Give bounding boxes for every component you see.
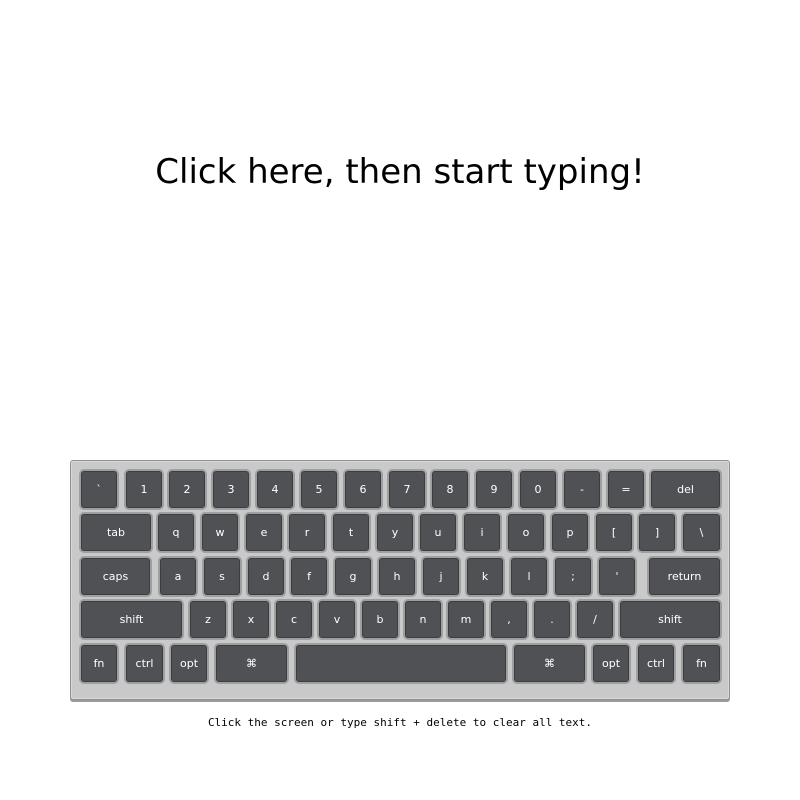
key-ctrl-r4-1[interactable]: ctrl xyxy=(126,645,163,682)
key-period-r3-9[interactable]: . xyxy=(534,601,570,638)
key-fn-r4-8[interactable]: fn xyxy=(683,645,720,682)
key-w-r1-2[interactable]: w xyxy=(202,514,238,551)
key-ctrl-r4-7[interactable]: ctrl xyxy=(638,645,674,682)
key-tab-r1-0[interactable]: tab xyxy=(81,514,151,551)
key-x-r3-2[interactable]: x xyxy=(233,601,269,638)
key-minus-r0-11[interactable]: - xyxy=(564,471,600,508)
key-opt-r4-6[interactable]: opt xyxy=(593,645,629,682)
key-t-r1-5[interactable]: t xyxy=(333,514,369,551)
key-9-r0-9[interactable]: 9 xyxy=(476,471,512,508)
key-caps-r2-0[interactable]: caps xyxy=(81,558,150,595)
key-i-r1-8[interactable]: i xyxy=(464,514,500,551)
key-d-r2-3[interactable]: d xyxy=(248,558,284,595)
key-6-r0-6[interactable]: 6 xyxy=(345,471,381,508)
key-l-r2-9[interactable]: l xyxy=(511,558,547,595)
key-del-r0-13[interactable]: del xyxy=(651,471,720,508)
key-c-r3-3[interactable]: c xyxy=(276,601,312,638)
key-comma-r3-8[interactable]: , xyxy=(491,601,527,638)
key-3-r0-3[interactable]: 3 xyxy=(213,471,249,508)
key-0-r0-10[interactable]: 0 xyxy=(520,471,556,508)
key-opt-r4-2[interactable]: opt xyxy=(171,645,207,682)
key-z-r3-1[interactable]: z xyxy=(190,601,226,638)
key-p-r1-10[interactable]: p xyxy=(552,514,588,551)
key-4-r0-4[interactable]: 4 xyxy=(257,471,293,508)
key-m-r3-7[interactable]: m xyxy=(448,601,484,638)
key-v-r3-4[interactable]: v xyxy=(319,601,355,638)
key-backslash-r1-13[interactable]: \ xyxy=(683,514,720,551)
key-command-r4-5[interactable]: ⌘ xyxy=(514,645,585,682)
key-j-r2-7[interactable]: j xyxy=(423,558,459,595)
key-fn-r4-0[interactable]: fn xyxy=(81,645,117,682)
key-u-r1-7[interactable]: u xyxy=(420,514,456,551)
key-1-r0-1[interactable]: 1 xyxy=(126,471,162,508)
key-command-r4-3[interactable]: ⌘ xyxy=(216,645,287,682)
key-b-r3-5[interactable]: b xyxy=(362,601,398,638)
virtual-keyboard: ` 1 2 3 4 5 6 7 8 9 0- = del tab q w e r t y u i o p[] \ caps a s d f… xyxy=(70,460,730,700)
key-space-r4-4[interactable] xyxy=(296,645,506,682)
key-2-r0-2[interactable]: 2 xyxy=(169,471,205,508)
key-s-r2-2[interactable]: s xyxy=(204,558,240,595)
key-e-r1-3[interactable]: e xyxy=(246,514,282,551)
key-quote-r2-11[interactable]: ' xyxy=(599,558,635,595)
key-y-r1-6[interactable]: y xyxy=(377,514,413,551)
key-n-r3-6[interactable]: n xyxy=(405,601,441,638)
key-h-r2-6[interactable]: h xyxy=(379,558,415,595)
key-k-r2-8[interactable]: k xyxy=(467,558,503,595)
key-left-bracket-r1-11[interactable]: [ xyxy=(596,514,632,551)
key-g-r2-5[interactable]: g xyxy=(335,558,371,595)
key-backtick-r0-0[interactable]: ` xyxy=(81,471,117,508)
key-semicolon-r2-10[interactable]: ; xyxy=(555,558,591,595)
key-8-r0-8[interactable]: 8 xyxy=(432,471,468,508)
key-slash-r3-10[interactable]: / xyxy=(577,601,613,638)
typing-prompt[interactable]: Click here, then start typing! xyxy=(0,150,800,194)
key-return-r2-12[interactable]: return xyxy=(649,558,720,595)
key-shift-r3-11[interactable]: shift xyxy=(620,601,720,638)
key-5-r0-5[interactable]: 5 xyxy=(301,471,337,508)
clear-instructions: Click the screen or type shift + delete … xyxy=(207,716,593,729)
key-equals-r0-12[interactable]: = xyxy=(608,471,644,508)
key-7-r0-7[interactable]: 7 xyxy=(389,471,425,508)
key-o-r1-9[interactable]: o xyxy=(508,514,544,551)
key-r-r1-4[interactable]: r xyxy=(289,514,325,551)
key-f-r2-4[interactable]: f xyxy=(291,558,327,595)
key-a-r2-1[interactable]: a xyxy=(160,558,196,595)
key-q-r1-1[interactable]: q xyxy=(158,514,194,551)
key-right-bracket-r1-12[interactable]: ] xyxy=(639,514,675,551)
key-shift-r3-0[interactable]: shift xyxy=(81,601,182,638)
